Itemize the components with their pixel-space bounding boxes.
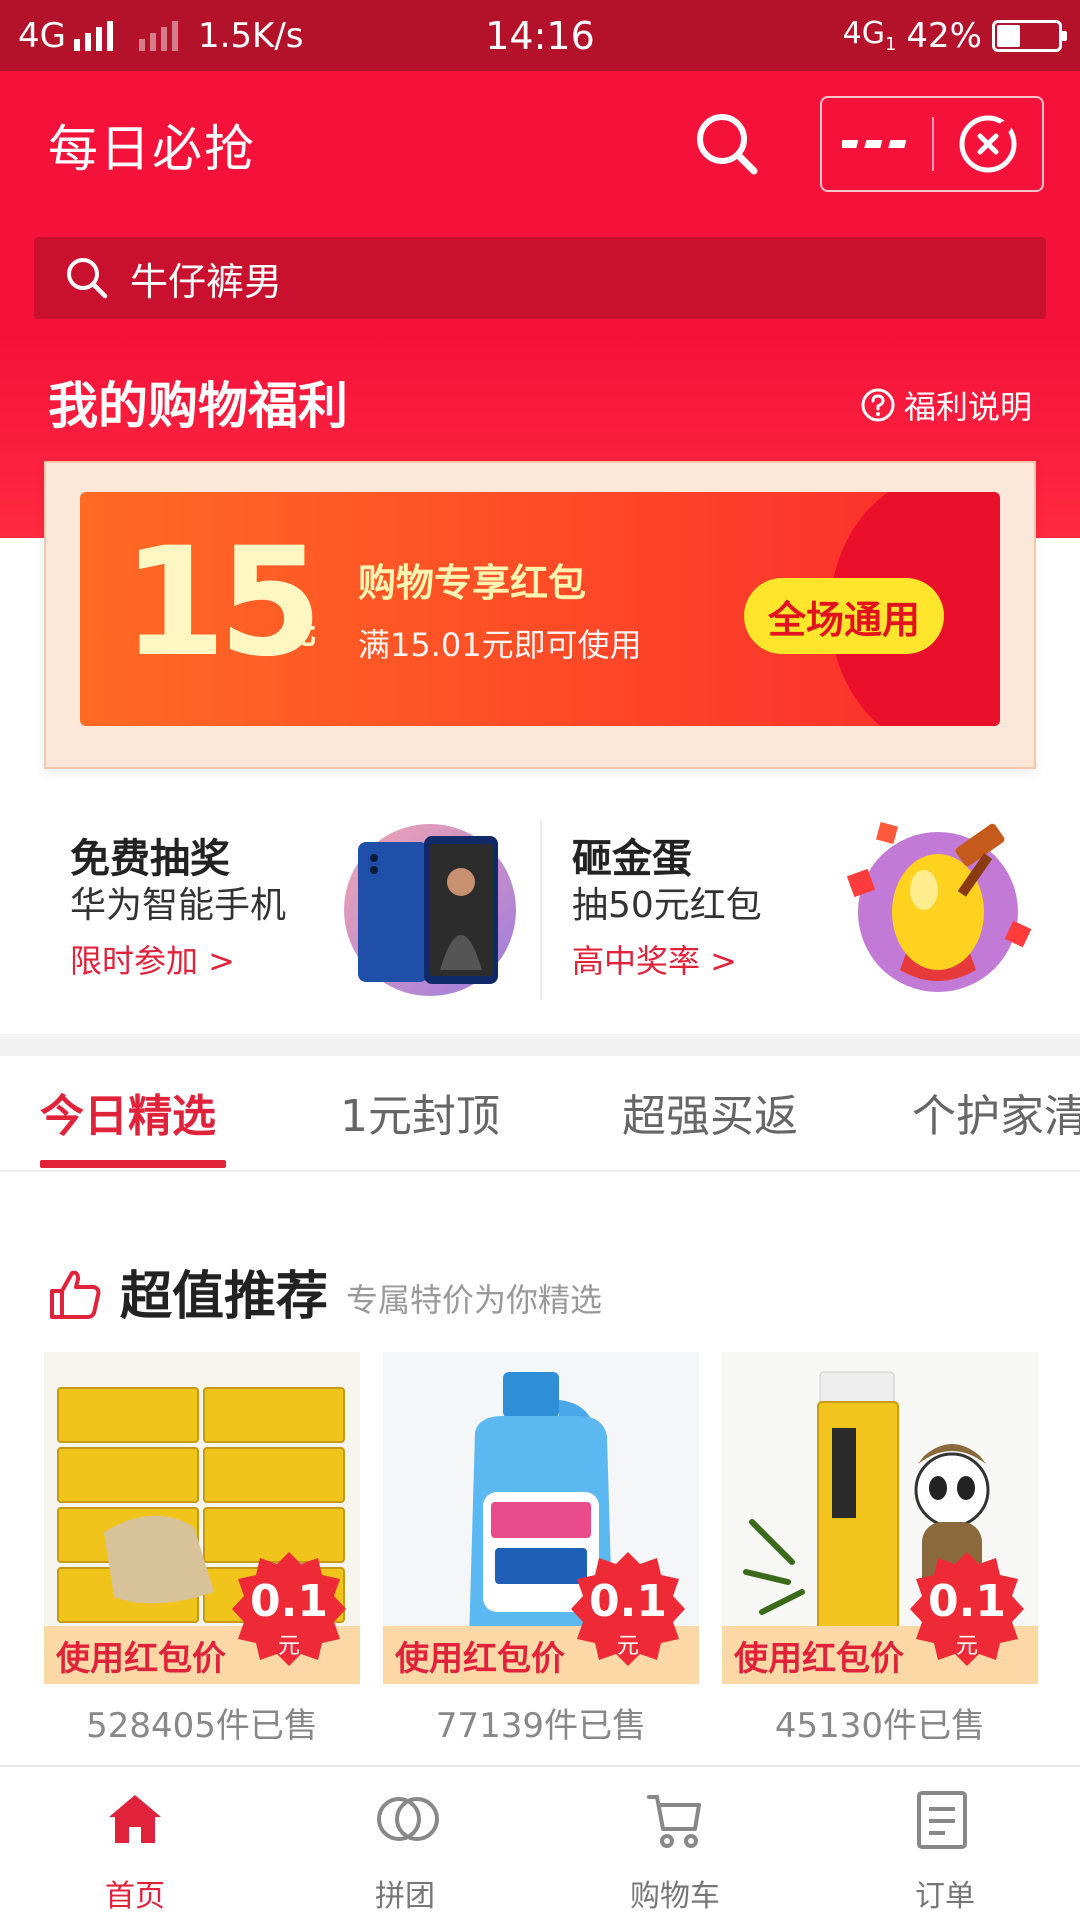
price-unit: 元 [955, 1634, 978, 1659]
tab-one-yuan-cap[interactable]: 1元封顶 [340, 1080, 500, 1144]
nav-label: 首页 [105, 1879, 165, 1914]
price-badge: 0.1 元 [569, 1550, 687, 1668]
category-tabs: 今日精选 1元封顶 超强买返 个护家清 [0, 1056, 1080, 1172]
page-title: 每日必抢 [48, 120, 256, 178]
status-left: 4G 1.5K/s [18, 16, 438, 56]
question-icon [861, 388, 895, 422]
status-right: 4G1 42% [843, 15, 1067, 56]
product-card[interactable]: 使用红包价 0.1 元 77139件已售 [383, 1352, 699, 1752]
nav-item-home[interactable]: 首页 [0, 1767, 270, 1920]
coupon-card[interactable]: 15 元 购物专享红包 满15.01元即可使用 全场通用 [80, 492, 1000, 726]
nav-label: 订单 [915, 1879, 975, 1914]
welfare-title: 我的购物福利 [48, 377, 348, 435]
nav-label: 拼团 [375, 1879, 435, 1914]
golden-egg-image [846, 821, 1032, 992]
price-unit: 元 [616, 1634, 639, 1659]
group-icon [377, 1797, 439, 1841]
price-unit: 元 [277, 1634, 300, 1659]
nav-item-orders[interactable]: 订单 [810, 1767, 1080, 1920]
welfare-help-link[interactable]: 福利说明 [860, 382, 1032, 428]
signal-icon [73, 20, 113, 51]
header-search-button[interactable] [688, 105, 768, 185]
price-value: 0.1 [250, 1576, 328, 1627]
sold-count: 77139件已售 [435, 1706, 647, 1746]
search-icon [67, 258, 108, 299]
more-button[interactable] [822, 98, 932, 190]
price-badge: 0.1 元 [908, 1550, 1026, 1668]
search-query: 牛仔裤男 [130, 259, 283, 304]
network-type-right: 4G1 [843, 16, 897, 55]
coupon-condition: 满15.01元即可使用 [358, 626, 642, 664]
section-header: 超值推荐 专属特价为你精选 [48, 1254, 602, 1329]
tab-today-picks[interactable]: 今日精选 [40, 1080, 216, 1144]
nav-item-cart[interactable]: 购物车 [540, 1767, 810, 1920]
network-type: 4G [18, 15, 66, 56]
cart-icon [647, 1795, 701, 1848]
coupon-unit: 元 [282, 612, 316, 652]
search-icon [697, 114, 758, 175]
promo-lottery-subtitle: 华为智能手机 [70, 885, 287, 926]
section-title: 超值推荐 [120, 1267, 329, 1327]
coupon-amount: 15 [122, 516, 323, 690]
product-card[interactable]: 使用红包价 0.1 元 45130件已售 [722, 1352, 1038, 1752]
price-value: 0.1 [928, 1576, 1006, 1627]
sold-count: 528405件已售 [86, 1706, 318, 1746]
close-button[interactable] [934, 98, 1042, 190]
welfare-help-label: 福利说明 [903, 388, 1032, 426]
sold-count: 45130件已售 [774, 1706, 986, 1746]
coupon-title: 购物专享红包 [358, 561, 587, 605]
battery-fill [997, 24, 1020, 47]
miniapp-capsule [820, 96, 1044, 192]
header: 每日必抢 牛仔裤男 [0, 71, 1080, 338]
nav-item-group[interactable]: 拼团 [270, 1767, 540, 1920]
promo-lottery-link[interactable]: 限时参加 > [70, 936, 235, 982]
status-bar: 4G 1.5K/s 14:16 4G1 42% [0, 0, 1080, 71]
battery-icon [992, 19, 1067, 52]
product-card[interactable]: 使用红包价 0.1 元 528405件已售 [44, 1352, 360, 1752]
promo-lottery[interactable]: 免费抽奖 华为智能手机 限时参加 > [0, 790, 540, 1030]
network-speed: 1.5K/s [197, 15, 304, 56]
promo-egg-subtitle: 抽50元红包 [572, 885, 762, 926]
thumbs-up-icon [50, 1270, 101, 1319]
network-right-label: 4G [842, 16, 885, 51]
tab-super-cashback[interactable]: 超强买返 [622, 1080, 798, 1144]
bottom-nav: 首页 拼团 购物车 订单 [0, 1765, 1080, 1920]
app-root: 4G 1.5K/s 14:16 4G1 42% 每日必抢 牛仔裤男 我的购物福利… [0, 0, 1080, 1920]
promo-golden-egg[interactable]: 砸金蛋 抽50元红包 高中奖率 > [540, 790, 1080, 1030]
sim-index: 1 [884, 34, 897, 55]
home-icon [109, 1795, 161, 1843]
order-icon [917, 1791, 967, 1849]
promo-egg-link[interactable]: 高中奖率 > [572, 936, 737, 982]
battery-percent: 42% [906, 15, 982, 56]
search-input[interactable]: 牛仔裤男 [34, 237, 1046, 319]
promo-row: 免费抽奖 华为智能手机 限时参加 > 砸金蛋 抽50元红包 高中奖率 > [0, 790, 1080, 1030]
more-icon [842, 140, 907, 148]
nav-label: 购物车 [630, 1879, 720, 1914]
tab-personal-care[interactable]: 个护家清 [912, 1080, 1080, 1144]
section-separator [0, 1034, 1080, 1056]
price-badge: 0.1 元 [230, 1550, 348, 1668]
close-icon [959, 115, 1017, 173]
signal-sim2-icon [138, 20, 178, 51]
active-tab-indicator [40, 1160, 226, 1168]
phone-image [344, 824, 516, 996]
section-subtitle: 专属特价为你精选 [346, 1281, 603, 1319]
price-value: 0.1 [589, 1576, 667, 1627]
coupon-use-button[interactable]: 全场通用 [744, 578, 944, 654]
